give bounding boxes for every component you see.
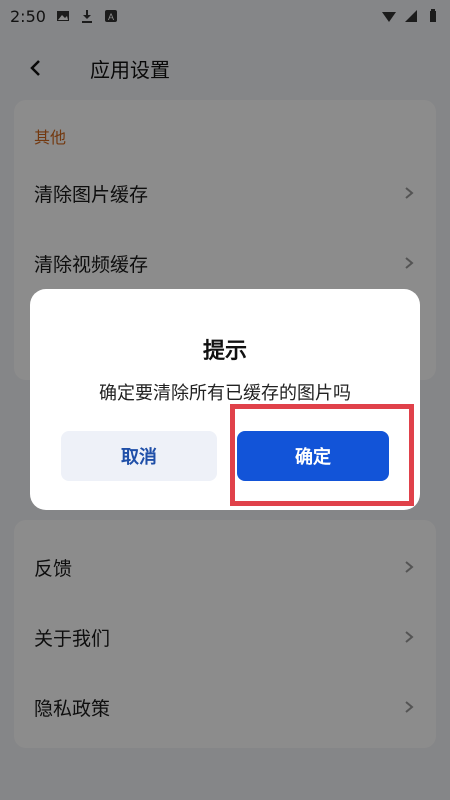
dialog-title: 提示 (202, 339, 247, 364)
highlight-box (230, 404, 414, 506)
cancel-button[interactable]: 取消 (61, 431, 217, 481)
dialog-message: 确定要清除所有已缓存的图片吗 (99, 383, 351, 404)
